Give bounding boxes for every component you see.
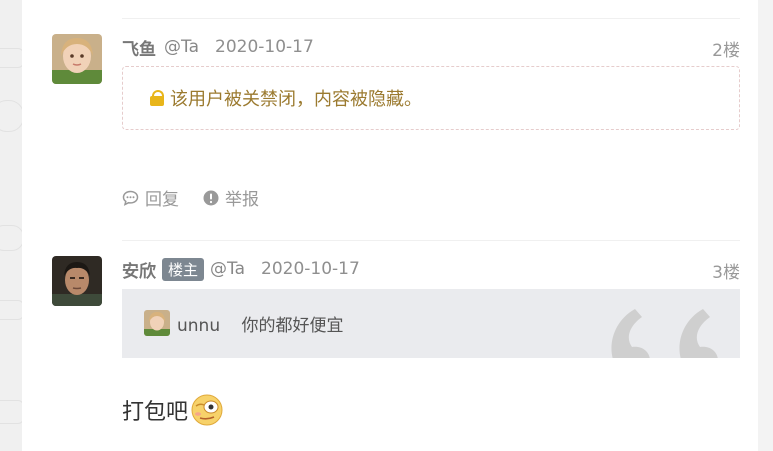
op-badge: 楼主 — [162, 257, 205, 281]
report-button[interactable]: 举报 — [203, 185, 259, 210]
background-ghost-element — [0, 300, 24, 320]
lock-icon — [150, 90, 164, 106]
quote-text: unnu 你的都好便宜 — [177, 311, 344, 336]
floor-number: 2楼 — [712, 41, 740, 61]
mention-link[interactable]: @Ta — [164, 37, 199, 57]
avatar[interactable] — [52, 256, 102, 306]
background-ghost-element — [0, 100, 24, 132]
background-ghost-element — [0, 48, 24, 68]
comment-meta: 安欣 楼主 @Ta 2020-10-17 — [122, 257, 360, 282]
comments-card: 飞鱼 @Ta 2020-10-17 2楼 该用户被关禁闭，内容被隐藏。 回复 举… — [22, 0, 758, 451]
comment-text: 打包吧 — [122, 400, 189, 425]
quote-content: 你的都好便宜 — [241, 316, 344, 336]
exclamation-circle-icon — [203, 190, 219, 205]
divider — [122, 18, 740, 19]
notice-text: 该用户被关禁闭，内容被隐藏。 — [170, 89, 422, 110]
comment-icon — [122, 190, 139, 206]
avatar[interactable] — [52, 34, 102, 84]
username[interactable]: 飞鱼 — [122, 35, 156, 60]
background-right-panel — [758, 0, 773, 451]
quote-mark-icon — [611, 309, 718, 358]
comment-date: 2020-10-17 — [261, 259, 360, 279]
comment-meta: 飞鱼 @Ta 2020-10-17 — [122, 35, 314, 60]
divider — [122, 240, 740, 241]
hidden-content-notice: 该用户被关禁闭，内容被隐藏。 — [122, 66, 740, 130]
report-label: 举报 — [225, 190, 259, 210]
quote-block: unnu 你的都好便宜 — [122, 289, 740, 358]
background-ghost-element — [0, 225, 24, 251]
background-ghost-element — [0, 400, 24, 424]
floor-number: 3楼 — [712, 263, 740, 283]
comment-content: 打包吧 — [122, 393, 224, 427]
reply-label: 回复 — [145, 190, 179, 210]
username[interactable]: 安欣 — [122, 257, 156, 282]
comment-actions: 回复 举报 — [122, 185, 283, 210]
dizzy-face-emoji-icon — [191, 394, 223, 426]
quote-avatar[interactable] — [144, 310, 170, 336]
comment-date: 2020-10-17 — [215, 37, 314, 57]
background-left-panel — [0, 0, 24, 451]
reply-button[interactable]: 回复 — [122, 185, 179, 210]
quote-username[interactable]: unnu — [177, 316, 220, 336]
mention-link[interactable]: @Ta — [210, 259, 245, 279]
